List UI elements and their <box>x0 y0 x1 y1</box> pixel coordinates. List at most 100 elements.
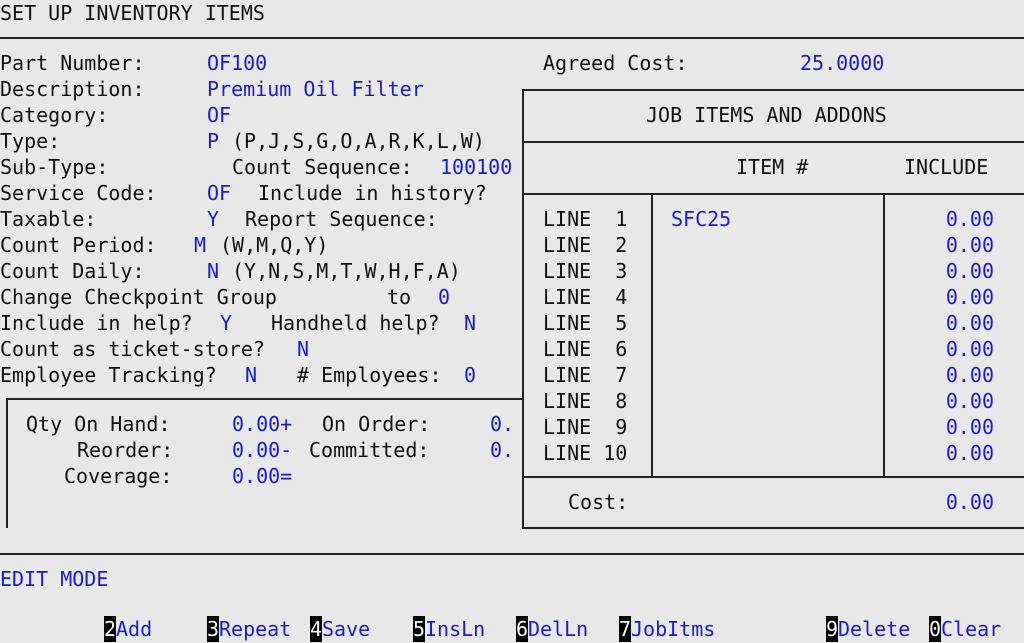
function-key-insln[interactable]: 5InsLn <box>413 616 485 642</box>
category-label: Category: <box>0 103 109 127</box>
type-field[interactable]: P <box>207 128 219 154</box>
item-number-header: ITEM # <box>736 155 809 179</box>
service-code-field[interactable]: OF <box>207 180 231 206</box>
category-field[interactable]: OF <box>207 102 231 128</box>
function-key-number: 5 <box>413 616 426 642</box>
job-item-number-field[interactable] <box>671 440 871 466</box>
taxable-label: Taxable: <box>0 207 97 231</box>
job-item-number-field[interactable] <box>671 284 871 310</box>
function-key-label: Clear <box>941 617 1002 641</box>
job-include-field[interactable]: 0.00 <box>890 362 994 388</box>
job-item-number-field[interactable] <box>671 310 871 336</box>
function-key-number: 9 <box>826 616 839 642</box>
job-line-label: LINE 8 <box>543 389 628 413</box>
qty-on-hand-value: 0.00+ <box>232 412 293 436</box>
reorder-value: 0.00- <box>232 438 293 462</box>
count-period-field[interactable]: M <box>194 232 206 258</box>
count-period-hint: (W,M,Q,Y) <box>220 233 329 257</box>
job-include-field[interactable]: 0.00 <box>890 232 994 258</box>
type-hint: (P,J,S,G,O,A,R,K,L,W) <box>232 129 485 153</box>
function-key-number: 6 <box>516 616 529 642</box>
job-include-field[interactable]: 0.00 <box>890 388 994 414</box>
function-key-number: 7 <box>619 616 632 642</box>
function-key-repeat[interactable]: 3Repeat <box>207 616 291 642</box>
job-line-label: LINE 5 <box>543 311 628 335</box>
job-line-label: LINE 2 <box>543 233 628 257</box>
on-order-value: 0. <box>490 412 515 436</box>
ticket-store-field[interactable]: N <box>297 336 309 362</box>
job-items-header-divider <box>522 193 1024 195</box>
coverage-label: Coverage: <box>64 464 173 488</box>
employee-tracking-label: Employee Tracking? <box>0 363 217 387</box>
function-key-label: InsLn <box>425 617 486 641</box>
agreed-cost-field[interactable]: 25.0000 <box>800 50 884 76</box>
function-key-jobitms[interactable]: 7JobItms <box>619 616 715 642</box>
job-item-number-field[interactable] <box>671 414 871 440</box>
handheld-help-field[interactable]: N <box>464 310 476 336</box>
reorder-label: Reorder: <box>77 438 174 462</box>
function-key-number: 2 <box>104 616 117 642</box>
job-include-field[interactable]: 0.00 <box>890 284 994 310</box>
job-include-field[interactable]: 0.00 <box>890 440 994 466</box>
count-period-label: Count Period: <box>0 233 157 257</box>
job-item-number-field[interactable]: SFC25 <box>671 206 871 232</box>
job-item-number-field[interactable] <box>671 336 871 362</box>
handheld-help-label: Handheld help? <box>271 311 440 335</box>
part-number-field[interactable]: OF100 <box>207 50 267 76</box>
job-items-col-divider-2 <box>883 193 885 476</box>
report-sequence-label: Report Sequence: <box>245 207 438 231</box>
job-item-number-field[interactable] <box>671 258 871 284</box>
job-item-number-field[interactable] <box>671 362 871 388</box>
job-items-title: JOB ITEMS AND ADDONS <box>646 103 887 127</box>
job-items-footer-divider <box>522 476 1024 478</box>
function-key-delete[interactable]: 9Delete <box>826 616 910 642</box>
job-line-label: LINE 1 <box>543 207 628 231</box>
function-key-label: Save <box>322 617 371 641</box>
quantity-box-top <box>6 398 522 400</box>
function-key-delln[interactable]: 6DelLn <box>516 616 588 642</box>
function-key-clear[interactable]: 0Clear <box>929 616 1001 642</box>
job-include-field[interactable]: 0.00 <box>890 258 994 284</box>
function-key-add[interactable]: 2Add <box>104 616 152 642</box>
employees-field[interactable]: 0 <box>464 362 476 388</box>
employee-tracking-field[interactable]: N <box>245 362 257 388</box>
job-item-number-field[interactable] <box>671 232 871 258</box>
job-line-label: LINE 4 <box>543 285 628 309</box>
function-key-number: 0 <box>929 616 942 642</box>
job-include-field[interactable]: 0.00 <box>890 336 994 362</box>
job-include-field[interactable]: 0.00 <box>890 206 994 232</box>
committed-label: Committed: <box>309 438 430 462</box>
sub-type-label: Sub-Type: <box>0 155 109 179</box>
function-key-label: Repeat <box>219 617 292 641</box>
ticket-store-label: Count as ticket-store? <box>0 337 265 361</box>
function-key-label: Add <box>116 617 153 641</box>
function-key-save[interactable]: 4Save <box>310 616 370 642</box>
job-line-label: LINE 9 <box>543 415 628 439</box>
coverage-value: 0.00= <box>232 464 293 488</box>
function-key-label: DelLn <box>528 617 589 641</box>
include-help-field[interactable]: Y <box>220 310 232 336</box>
agreed-cost-label: Agreed Cost: <box>543 51 688 75</box>
taxable-field[interactable]: Y <box>207 206 219 232</box>
type-label: Type: <box>0 129 61 153</box>
job-line-label: LINE 7 <box>543 363 628 387</box>
count-daily-label: Count Daily: <box>0 259 145 283</box>
count-sequence-label: Count Sequence: <box>232 155 413 179</box>
title-divider <box>0 37 1024 39</box>
employees-label: # Employees: <box>297 363 442 387</box>
screen-title: SET UP INVENTORY ITEMS <box>0 1 265 25</box>
job-include-field[interactable]: 0.00 <box>890 310 994 336</box>
job-item-number-field[interactable] <box>671 388 871 414</box>
job-include-field[interactable]: 0.00 <box>890 414 994 440</box>
checkpoint-group-field[interactable]: 0 <box>438 284 450 310</box>
function-key-label: JobItms <box>631 617 716 641</box>
job-items-title-divider <box>522 141 1024 143</box>
description-field[interactable]: Premium Oil Filter <box>207 76 424 102</box>
function-key-number: 4 <box>310 616 323 642</box>
qty-on-hand-label: Qty On Hand: <box>26 412 171 436</box>
count-sequence-field[interactable]: 100100 <box>440 154 512 180</box>
include-history-label: Include in history? <box>258 181 487 205</box>
function-key-label: Delete <box>838 617 911 641</box>
bottom-divider <box>0 553 1024 555</box>
count-daily-field[interactable]: N <box>207 258 219 284</box>
